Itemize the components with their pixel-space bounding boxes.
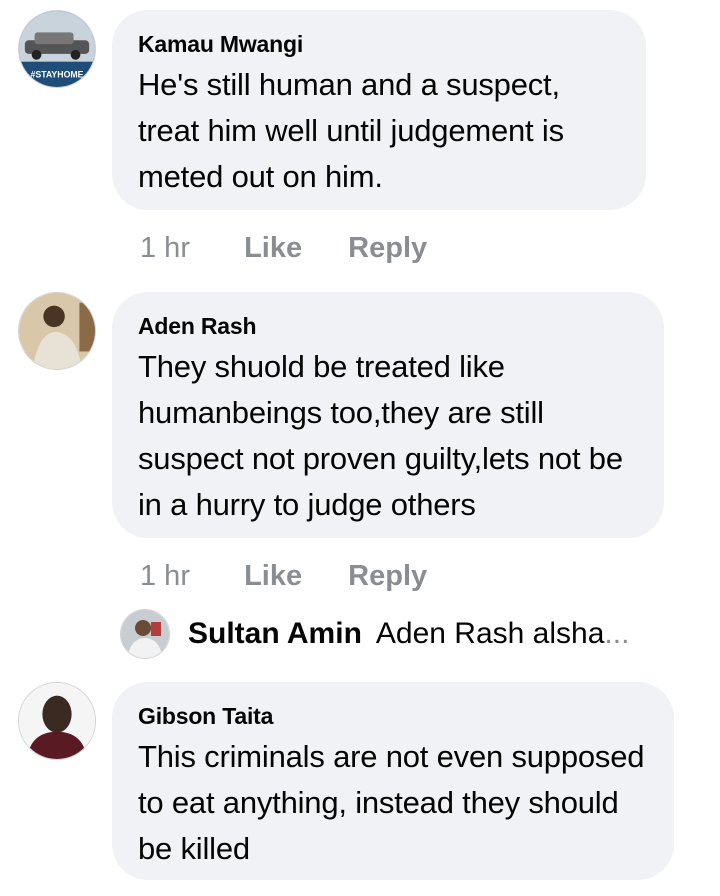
- reply-text: Aden Rash alsha: [375, 617, 605, 650]
- comment-text: He's still human and a suspect, treat hi…: [138, 67, 564, 194]
- reply-author[interactable]: Sultan Amin: [188, 617, 362, 651]
- comment-timestamp[interactable]: 1 hr: [140, 556, 236, 596]
- comment-author[interactable]: Gibson Taita: [138, 702, 650, 730]
- reply-ellipsis: ...: [604, 617, 630, 650]
- comment-text: They shuold be treated like humanbeings …: [138, 349, 623, 522]
- avatar-sultan-amin[interactable]: [120, 609, 170, 659]
- avatar-aden-rash[interactable]: [18, 292, 96, 370]
- comment-actions: 1 hr Like Reply: [140, 556, 465, 596]
- comment-author[interactable]: Kamau Mwangi: [138, 30, 622, 58]
- like-button[interactable]: Like: [244, 228, 302, 268]
- comment-timestamp[interactable]: 1 hr: [140, 228, 236, 268]
- avatar-gibson-taita[interactable]: [18, 682, 96, 760]
- comment-bubble: Gibson Taita This criminals are not even…: [112, 682, 674, 880]
- comment-text: This criminals are not even supposed to …: [138, 739, 645, 866]
- reply-preview[interactable]: Sultan Amin Aden Rash alsha...: [120, 608, 629, 660]
- reply-button[interactable]: Reply: [348, 556, 427, 596]
- car-avatar-icon: #STAYHOME: [19, 11, 95, 87]
- avatar-kamau-mwangi[interactable]: #STAYHOME: [18, 10, 96, 88]
- comment-bubble: Aden Rash They shuold be treated like hu…: [112, 292, 664, 538]
- reply-button[interactable]: Reply: [348, 228, 427, 268]
- person-avatar-icon: [19, 293, 95, 369]
- comment-actions: 1 hr Like Reply: [140, 228, 465, 268]
- comment-author[interactable]: Aden Rash: [138, 312, 640, 340]
- svg-text:#STAYHOME: #STAYHOME: [31, 69, 84, 79]
- like-button[interactable]: Like: [244, 556, 302, 596]
- person-avatar-icon: [19, 683, 95, 759]
- comment-bubble: Kamau Mwangi He's still human and a susp…: [112, 10, 646, 210]
- person-avatar-icon: [121, 610, 169, 658]
